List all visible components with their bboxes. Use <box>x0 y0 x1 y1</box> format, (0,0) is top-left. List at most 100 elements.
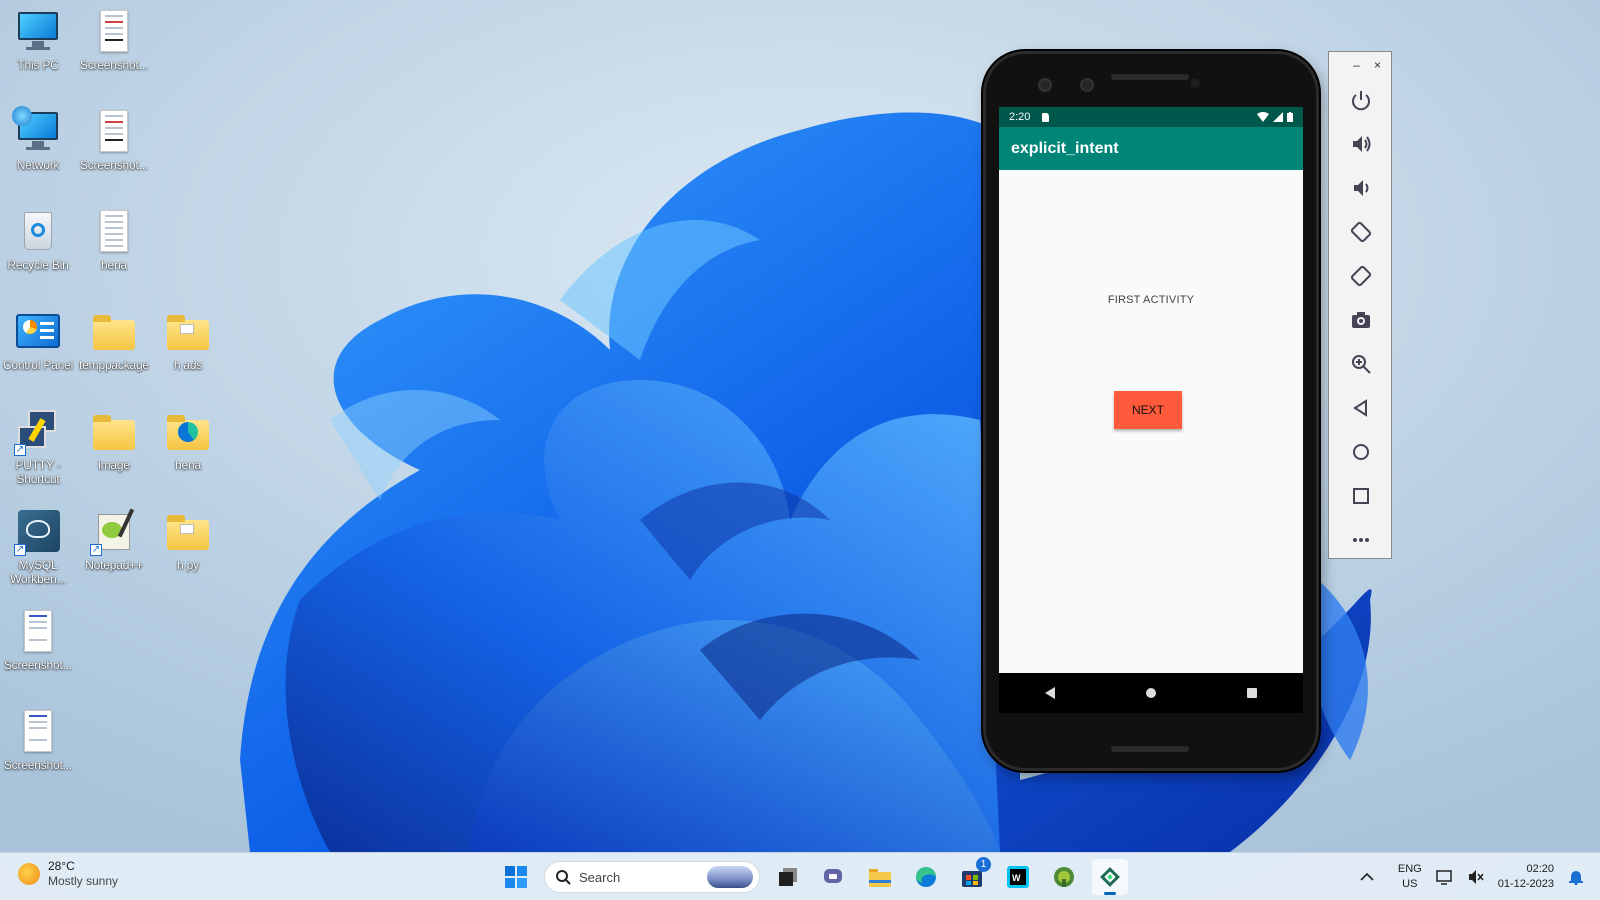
zoom-button[interactable] <box>1329 342 1393 386</box>
language-code: ENG <box>1397 863 1422 875</box>
icon-label: This PC <box>17 58 59 72</box>
file-explorer-button[interactable] <box>862 859 898 895</box>
android-nav-bar <box>999 673 1303 713</box>
network-status-icon[interactable] <box>1435 869 1454 885</box>
search-icon <box>556 870 571 885</box>
volume-down-button[interactable] <box>1329 166 1393 210</box>
icon-label: hena <box>175 458 201 472</box>
more-button[interactable] <box>1329 518 1393 562</box>
nav-overview-icon[interactable] <box>1242 683 1262 703</box>
desktop-icon-mysql-workbench[interactable]: ↗ MySQL Workben... <box>0 508 76 586</box>
sensor-icon <box>1080 78 1094 92</box>
volume-muted-icon[interactable] <box>1468 869 1484 885</box>
putty-icon: ↗ <box>14 408 62 456</box>
icon-label: Recycle Bin <box>7 258 69 272</box>
rotate-right-icon <box>1350 265 1372 287</box>
edge-folder-icon <box>164 408 212 456</box>
desktop-icon-recycle-bin[interactable]: Recycle Bin <box>0 208 76 272</box>
icon-label: Network <box>16 158 60 172</box>
volume-up-button[interactable] <box>1329 122 1393 166</box>
app-title: explicit_intent <box>1011 139 1119 157</box>
desktop-icon-hena-file[interactable]: hena <box>76 208 152 272</box>
battery-icon <box>1287 112 1293 122</box>
search-placeholder: Search <box>579 869 621 885</box>
desktop-icon-temppackage[interactable]: temppackage <box>76 308 152 372</box>
desktop-icon-screenshot-2[interactable]: Screenshot... <box>76 108 152 172</box>
back-icon <box>1353 399 1367 417</box>
volume-down-icon <box>1354 180 1369 196</box>
taskbar: 28°C Mostly sunny Search 1 W ENG US 02:2… <box>0 852 1600 900</box>
store-button[interactable]: 1 <box>954 857 991 895</box>
desktop-icon-network[interactable]: Network <box>0 106 76 172</box>
search-highlight-image <box>707 866 753 888</box>
android-studio-icon <box>1054 867 1074 887</box>
task-view-icon <box>779 868 797 886</box>
desktop-icon-h-py[interactable]: h py <box>150 508 226 572</box>
clock-date: 01-12-2023 <box>1497 878 1554 890</box>
proximity-sensor-icon <box>1190 78 1200 88</box>
nav-back-icon[interactable] <box>1040 683 1060 703</box>
rotate-left-button[interactable] <box>1329 210 1393 254</box>
chevron-up-icon[interactable] <box>1360 872 1374 882</box>
image-file-icon <box>90 108 138 156</box>
notification-bell-icon[interactable] <box>1568 869 1584 885</box>
device-screen[interactable]: 2:20 explicit_intent FIRST ACTIVITY NEXT <box>999 107 1303 673</box>
zoom-icon <box>1352 355 1371 374</box>
emulator-button[interactable] <box>1092 859 1128 895</box>
network-icon <box>12 106 62 156</box>
icon-label: Screenshot... <box>79 158 149 172</box>
icon-label: Control Panel <box>2 358 74 372</box>
close-button[interactable]: × <box>1374 58 1381 72</box>
desktop-icon-screenshot-4[interactable]: Screenshot... <box>0 708 76 772</box>
desktop-icon-putty[interactable]: ↗ PUTTY - Shortcut <box>0 408 76 486</box>
desktop-icon-screenshot-1[interactable]: Screenshot... <box>76 8 152 72</box>
volume-up-icon <box>1353 136 1371 152</box>
next-button[interactable]: NEXT <box>1114 391 1182 429</box>
language-indicator[interactable]: ENG US <box>1398 862 1422 892</box>
system-tray: ENG US 02:20 01-12-2023 <box>1360 853 1600 900</box>
desktop-icon-image[interactable]: image <box>76 408 152 472</box>
taskbar-apps: Search 1 W <box>498 857 1128 895</box>
text-file-icon <box>90 208 138 256</box>
signal-icon <box>1273 112 1283 122</box>
chat-icon <box>824 869 842 883</box>
more-icon <box>1353 538 1369 542</box>
power-button[interactable] <box>1329 78 1393 122</box>
teams-chat-button[interactable] <box>816 859 852 895</box>
desktop-icon-h-ads[interactable]: h ads <box>150 308 226 372</box>
overview-button[interactable] <box>1329 474 1393 518</box>
start-button[interactable] <box>498 859 534 895</box>
clock[interactable]: 02:20 01-12-2023 <box>1498 862 1554 892</box>
desktop-icon-control-panel[interactable]: Control Panel <box>0 308 76 372</box>
android-studio-button[interactable] <box>1046 859 1082 895</box>
windows-logo-icon <box>505 866 527 888</box>
screenshot-button[interactable] <box>1329 298 1393 342</box>
task-view-button[interactable] <box>770 859 806 895</box>
back-button[interactable] <box>1329 386 1393 430</box>
folder-icon <box>164 308 212 356</box>
nav-home-icon[interactable] <box>1141 683 1161 703</box>
icon-label: temppackage <box>79 358 149 372</box>
wifi-icon <box>1257 112 1269 122</box>
overview-icon <box>1353 488 1369 504</box>
edge-button[interactable] <box>908 859 944 895</box>
taskbar-search[interactable]: Search <box>544 861 760 893</box>
minimize-button[interactable]: – <box>1353 58 1360 72</box>
icon-label: MySQL Workben... <box>10 558 66 586</box>
file-explorer-icon <box>869 869 891 887</box>
weather-widget[interactable]: 28°C Mostly sunny <box>18 859 118 889</box>
rotate-right-button[interactable] <box>1329 254 1393 298</box>
sunny-weather-icon <box>18 863 40 885</box>
desktop-icon-notepad-plus-plus[interactable]: ↗ Notepad++ <box>76 508 152 572</box>
power-icon <box>1352 91 1370 111</box>
desktop-icon-hena-folder[interactable]: hena <box>150 408 226 472</box>
android-emulator-device: 2:20 explicit_intent FIRST ACTIVITY NEXT <box>983 51 1319 771</box>
weather-desc: Mostly sunny <box>48 874 119 888</box>
home-button[interactable] <box>1329 430 1393 474</box>
rotate-left-icon <box>1350 221 1372 243</box>
webstorm-button[interactable]: W <box>1000 859 1036 895</box>
desktop-icon-this-pc[interactable]: This PC <box>0 8 76 72</box>
desktop-icon-screenshot-3[interactable]: Screenshot... <box>0 608 76 672</box>
activity-content: FIRST ACTIVITY NEXT <box>999 170 1303 673</box>
status-bar: 2:20 <box>999 107 1303 127</box>
